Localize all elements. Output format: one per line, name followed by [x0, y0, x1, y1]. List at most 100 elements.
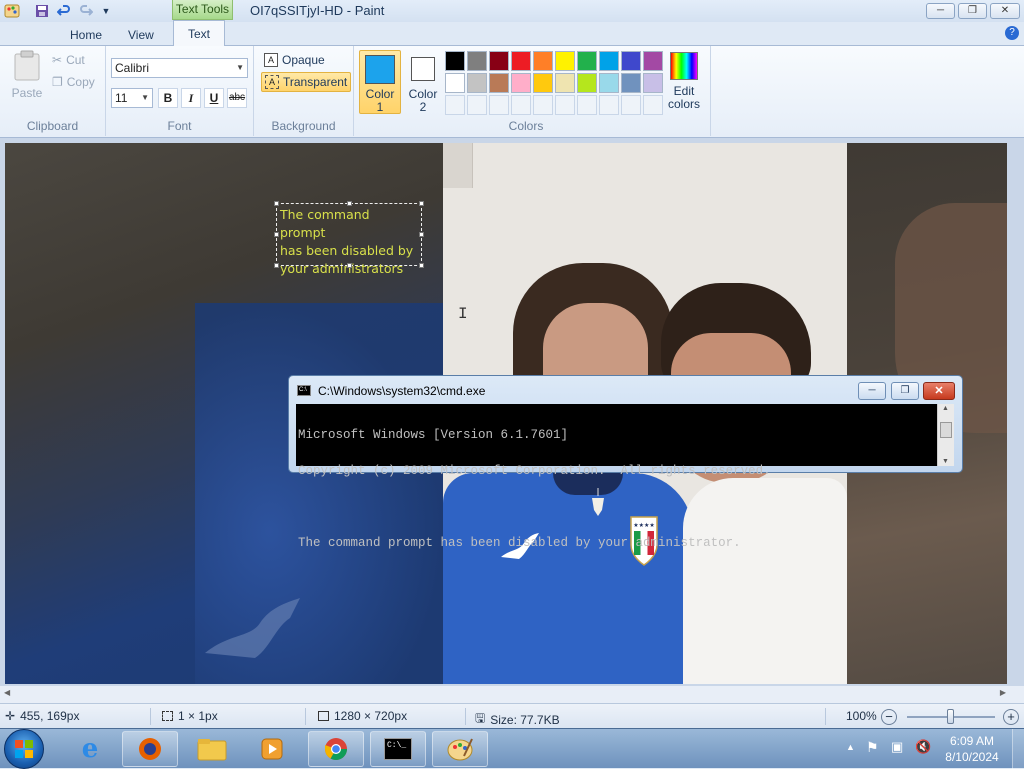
taskbar-media-player[interactable] — [244, 731, 300, 767]
tab-home[interactable]: Home — [56, 26, 116, 46]
cmd-window[interactable]: C:\ C:\Windows\system32\cmd.exe ─ ❐ ✕ Mi… — [288, 375, 963, 549]
start-button[interactable] — [4, 729, 44, 769]
help-icon[interactable]: ? — [1005, 26, 1019, 40]
palette-color-swatch[interactable] — [621, 51, 641, 71]
network-icon[interactable]: ▣ — [891, 739, 903, 755]
palette-custom-slot[interactable] — [643, 95, 663, 115]
selection-size: 1 × 1px — [162, 709, 218, 723]
redo-icon[interactable] — [78, 3, 94, 19]
resize-handle[interactable] — [419, 201, 424, 206]
palette-color-swatch[interactable] — [489, 73, 509, 93]
opaque-button[interactable]: A Opaque — [261, 50, 328, 70]
bold-button[interactable]: B — [158, 88, 178, 108]
palette-color-swatch[interactable] — [643, 73, 663, 93]
palette-color-swatch[interactable] — [599, 51, 619, 71]
transparent-button[interactable]: A Transparent — [261, 72, 352, 92]
zoom-slider-thumb[interactable] — [947, 709, 954, 724]
cmd-maximize-button[interactable]: ❐ — [891, 382, 919, 400]
move-cursor-icon: ✛ — [5, 709, 16, 723]
color2-swatch — [411, 57, 435, 81]
quick-access-dropdown-icon[interactable]: ▼ — [98, 3, 114, 19]
zoom-in-button[interactable]: + — [1003, 709, 1019, 725]
font-size-select[interactable]: 11 ▼ — [111, 88, 153, 108]
palette-color-swatch[interactable] — [511, 73, 531, 93]
undo-icon[interactable] — [56, 3, 72, 19]
edit-colors-button[interactable]: Edit colors — [664, 52, 704, 114]
palette-custom-slot[interactable] — [555, 95, 575, 115]
cmd-close-button[interactable]: ✕ — [923, 382, 955, 400]
palette-custom-slot[interactable] — [599, 95, 619, 115]
action-center-flag-icon[interactable]: ⚑ — [866, 739, 879, 756]
tab-view[interactable]: View — [114, 26, 168, 46]
palette-custom-slot[interactable] — [445, 95, 465, 115]
palette-custom-slot[interactable] — [511, 95, 531, 115]
scroll-left-icon[interactable]: ◀ — [4, 688, 10, 697]
palette-color-swatch[interactable] — [445, 51, 465, 71]
palette-custom-slot[interactable] — [467, 95, 487, 115]
color1-button[interactable]: Color 1 — [359, 50, 401, 114]
color1-label: Color — [365, 87, 395, 101]
palette-color-swatch[interactable] — [533, 73, 553, 93]
save-icon[interactable] — [34, 3, 50, 19]
cmd-vertical-scrollbar[interactable]: ▲ ▼ — [937, 404, 954, 466]
show-hidden-icons[interactable]: ▲ — [846, 742, 855, 752]
text-selection-box[interactable]: The command prompt has been disabled by … — [274, 201, 424, 276]
color2-button[interactable]: Color 2 — [406, 50, 440, 114]
show-desktop-button[interactable] — [1012, 729, 1024, 769]
cmd-console-output[interactable]: Microsoft Windows [Version 6.1.7601] Cop… — [296, 404, 937, 549]
palette-color-swatch[interactable] — [533, 51, 553, 71]
palette-color-swatch[interactable] — [555, 73, 575, 93]
palette-color-swatch[interactable] — [599, 73, 619, 93]
palette-color-swatch[interactable] — [577, 73, 597, 93]
zoom-level: 100% — [846, 709, 877, 723]
resize-handle[interactable] — [274, 201, 279, 206]
clock[interactable]: 6:09 AM 8/10/2024 — [940, 733, 1004, 765]
taskbar-file-explorer[interactable] — [184, 731, 240, 767]
taskbar-internet-explorer[interactable]: e — [62, 731, 118, 767]
divider — [305, 708, 306, 725]
resize-handle[interactable] — [419, 263, 424, 268]
resize-handle[interactable] — [419, 232, 424, 237]
background-group-label: Background — [271, 119, 336, 133]
tab-text[interactable]: Text — [173, 20, 226, 46]
palette-custom-slot[interactable] — [621, 95, 641, 115]
paste-button[interactable]: Paste — [8, 50, 46, 106]
copy-button[interactable]: ❐ Copy — [52, 75, 95, 89]
restore-button[interactable]: ❐ — [958, 3, 987, 19]
palette-color-swatch[interactable] — [489, 51, 509, 71]
palette-color-swatch[interactable] — [643, 51, 663, 71]
horizontal-scrollbar[interactable]: ◀ ▶ — [0, 686, 1024, 703]
palette-color-swatch[interactable] — [621, 73, 641, 93]
cmd-minimize-button[interactable]: ─ — [858, 382, 886, 400]
palette-color-swatch[interactable] — [511, 51, 531, 71]
scroll-up-icon[interactable]: ▲ — [942, 405, 949, 412]
font-family-select[interactable]: Calibri ▼ — [111, 58, 248, 78]
scroll-down-icon[interactable]: ▼ — [942, 458, 949, 465]
italic-button[interactable]: I — [181, 88, 201, 108]
palette-custom-slot[interactable] — [533, 95, 553, 115]
palette-color-swatch[interactable] — [577, 51, 597, 71]
taskbar-cmd[interactable]: C:\_ — [370, 731, 426, 767]
taskbar-paint[interactable] — [432, 731, 488, 767]
underline-button[interactable]: U — [204, 88, 224, 108]
resize-handle[interactable] — [274, 232, 279, 237]
strikethrough-button[interactable]: abc — [227, 88, 247, 108]
resize-handle[interactable] — [347, 201, 352, 206]
palette-color-swatch[interactable] — [467, 73, 487, 93]
palette-color-swatch[interactable] — [555, 51, 575, 71]
resize-handle[interactable] — [347, 263, 352, 268]
close-button[interactable]: ✕ — [990, 3, 1020, 19]
scroll-thumb[interactable] — [940, 422, 952, 438]
palette-color-swatch[interactable] — [445, 73, 465, 93]
taskbar-firefox[interactable] — [122, 731, 178, 767]
minimize-button[interactable]: ─ — [926, 3, 955, 19]
zoom-out-button[interactable]: − — [881, 709, 897, 725]
taskbar-chrome[interactable] — [308, 731, 364, 767]
scroll-right-icon[interactable]: ▶ — [1000, 688, 1006, 697]
resize-handle[interactable] — [274, 263, 279, 268]
palette-custom-slot[interactable] — [489, 95, 509, 115]
palette-custom-slot[interactable] — [577, 95, 597, 115]
volume-muted-icon[interactable]: 🔇 — [915, 739, 931, 755]
cut-button[interactable]: ✂ Cut — [52, 53, 85, 67]
palette-color-swatch[interactable] — [467, 51, 487, 71]
